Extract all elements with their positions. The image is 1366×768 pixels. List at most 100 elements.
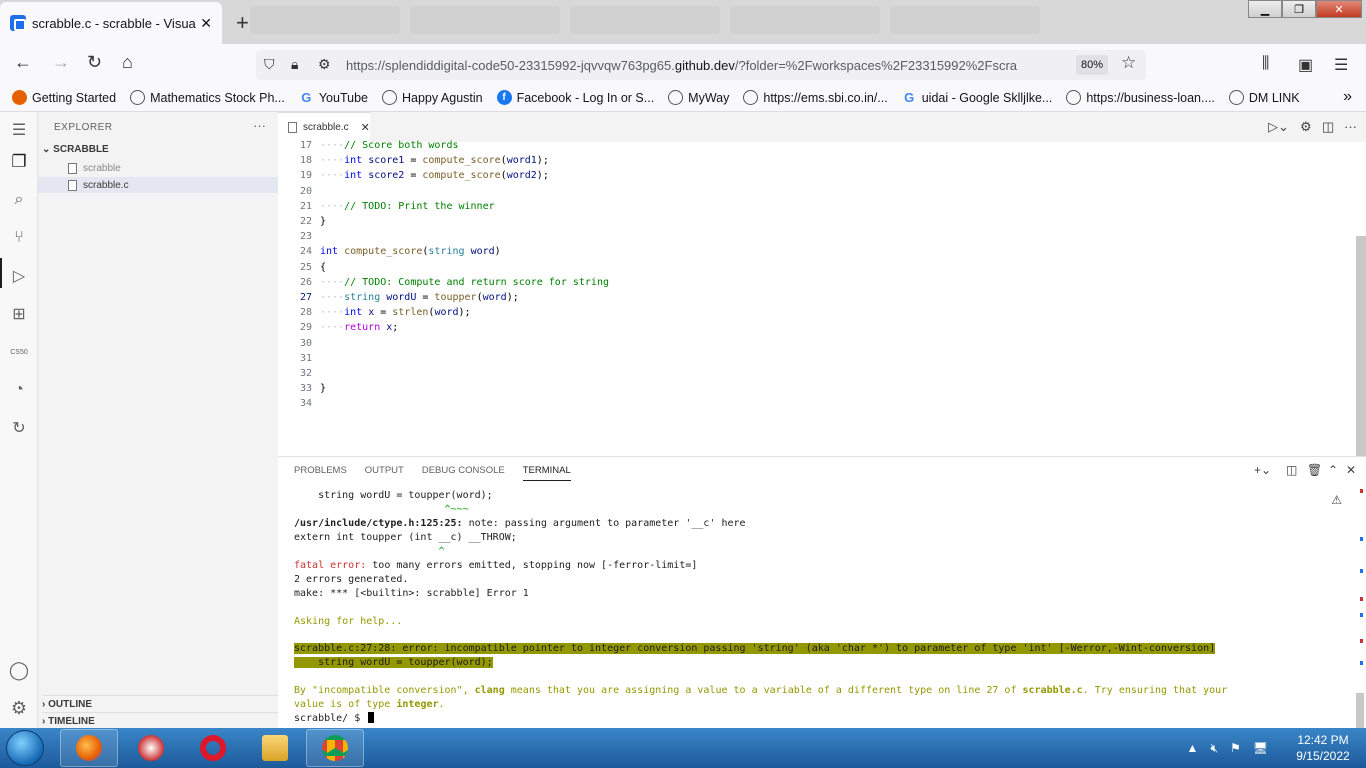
reload-button[interactable]: ↻	[87, 52, 102, 73]
code-line[interactable]: 18 ····int score1 = compute_score(word1);	[278, 153, 1338, 168]
minimize-button[interactable]: ▁	[1248, 0, 1282, 18]
remote-explorer-icon[interactable]: ↻	[9, 418, 29, 438]
bookmark-item[interactable]: DM LINK	[1228, 90, 1300, 105]
bookmark-item[interactable]: f Facebook - Log In or S...	[496, 90, 654, 105]
bookmarks-overflow-icon[interactable]: »	[1343, 88, 1352, 106]
bookmark-star-icon[interactable]: ☆	[1121, 53, 1136, 73]
library-icon[interactable]: ⫼	[1262, 55, 1269, 73]
taskbar-chrome[interactable]	[306, 729, 364, 767]
bookmark-item[interactable]: MyWay	[668, 90, 729, 105]
explorer-icon[interactable]: ❐	[9, 152, 29, 172]
code-line[interactable]: 24 int compute_score(string word)	[278, 244, 1338, 259]
account-icon[interactable]: ◯	[9, 660, 29, 680]
code-line[interactable]: 25 {	[278, 260, 1338, 275]
code-line[interactable]: 32	[278, 366, 1338, 381]
settings-gear-icon[interactable]: ⚙	[1300, 119, 1312, 135]
folder-scrabble[interactable]: ⌄ SCRABBLE	[42, 144, 109, 155]
terminal-output[interactable]: string wordU = toupper(word); ^~~~ /usr/i…	[294, 489, 1344, 729]
settings-gear-icon[interactable]: ⚙	[9, 698, 29, 718]
run-debug-icon[interactable]: ▷	[9, 266, 29, 286]
background-tab[interactable]	[410, 6, 560, 34]
taskbar-firefox[interactable]	[60, 729, 118, 767]
code-editor[interactable]: 17 ····// Score both words 18 ····int score…	[278, 140, 1356, 456]
bookmark-item[interactable]: Getting Started	[12, 90, 116, 105]
code-line[interactable]: 27 ····string wordU = toupper(word);	[278, 290, 1338, 305]
close-panel-icon[interactable]: ✕	[1346, 463, 1356, 477]
url-bar[interactable]: https://splendiddigital-code50-23315992-…	[256, 50, 1146, 80]
background-tab[interactable]	[250, 6, 400, 34]
sidebar-toggle-icon[interactable]: ▣	[1298, 55, 1313, 75]
more-actions-icon[interactable]: ···	[253, 118, 266, 133]
back-button[interactable]: ←	[14, 52, 32, 73]
bookmark-item[interactable]: https://business-loan....	[1066, 90, 1215, 105]
bookmark-item[interactable]: Mathematics Stock Ph...	[130, 90, 285, 105]
cs50-label[interactable]: CS50	[9, 342, 29, 362]
more-actions-icon[interactable]: ···	[1344, 119, 1357, 134]
menu-icon[interactable]: ☰	[1334, 55, 1348, 75]
code-line[interactable]: 22}	[278, 214, 1338, 229]
browser-tab-active[interactable]: scrabble.c - scrabble - Visual St ✕	[0, 2, 222, 44]
maximize-panel-icon[interactable]: ⌃	[1328, 463, 1338, 477]
tray-overflow-icon[interactable]: ▲	[1187, 741, 1199, 755]
forward-button[interactable]: →	[52, 52, 70, 73]
trash-icon[interactable]: 🗑︎	[1307, 463, 1322, 477]
background-tab[interactable]	[570, 6, 720, 34]
tab-debug-console[interactable]: DEBUG CONSOLE	[422, 465, 505, 481]
tab-terminal[interactable]: TERMINAL	[522, 465, 571, 481]
source-control-icon[interactable]: ⑂	[9, 228, 29, 248]
code-line[interactable]: 20	[278, 184, 1338, 199]
bookmark-item[interactable]: Happy Agustin	[381, 90, 483, 105]
outline-section[interactable]: › OUTLINE	[42, 695, 278, 710]
home-button[interactable]: ⌂	[122, 52, 133, 73]
lock-icon[interactable]: 🔒︎	[291, 56, 298, 73]
timeline-section[interactable]: › TIMELINE	[42, 712, 278, 727]
background-tab[interactable]	[890, 6, 1040, 34]
code-line[interactable]: 17 ····// Score both words	[278, 138, 1338, 153]
editor-scrollbar[interactable]	[1356, 236, 1366, 456]
code-line[interactable]: 23	[278, 229, 1338, 244]
close-tab-icon[interactable]: ✕	[361, 121, 370, 134]
code-line[interactable]: 21 ····// TODO: Print the winner	[278, 199, 1338, 214]
code-line[interactable]: 30	[278, 336, 1338, 351]
speaker-muted-icon[interactable]: 🔇︎	[1210, 741, 1218, 756]
tab-problems[interactable]: PROBLEMS	[294, 465, 347, 481]
new-tab-button[interactable]: +	[236, 10, 249, 36]
new-terminal-icon[interactable]: +⌄	[1254, 463, 1271, 477]
code-token: score1	[368, 155, 405, 167]
file-scrabble[interactable]: scrabble	[38, 160, 278, 176]
background-tab[interactable]	[730, 6, 880, 34]
maximize-button[interactable]: ❐	[1282, 0, 1316, 18]
duck-icon[interactable]: ◔	[9, 380, 29, 400]
permissions-icon[interactable]: ⚙	[318, 56, 331, 73]
code-line[interactable]: 34	[278, 396, 1338, 411]
taskbar-explorer[interactable]	[246, 729, 304, 767]
start-button[interactable]	[6, 730, 44, 766]
bookmark-item[interactable]: Guidai - Google Sklljlke...	[902, 90, 1052, 105]
zoom-level[interactable]: 80%	[1076, 55, 1108, 75]
split-editor-icon[interactable]: ◫	[1322, 119, 1334, 135]
extensions-icon[interactable]: ⊞	[9, 304, 29, 324]
taskbar-opera[interactable]	[184, 729, 242, 767]
code-line[interactable]: 28 ····int x = strlen(word);	[278, 305, 1338, 320]
bookmark-item[interactable]: https://ems.sbi.co.in/...	[743, 90, 888, 105]
tab-close-icon[interactable]: ✕	[200, 15, 212, 32]
code-line[interactable]: 29 ····return x;	[278, 320, 1338, 335]
run-icon[interactable]: ▷⌄	[1268, 119, 1289, 135]
action-center-icon[interactable]: ⚑	[1230, 741, 1241, 755]
search-icon[interactable]: ⌕	[9, 190, 29, 210]
code-line[interactable]: 26 ····// TODO: Compute and return score …	[278, 275, 1338, 290]
terminal-scrollbar[interactable]	[1356, 693, 1364, 729]
network-icon[interactable]: 🖥︎	[1253, 741, 1268, 755]
code-line[interactable]: 19 ····int score2 = compute_score(word2);	[278, 168, 1338, 183]
shield-icon[interactable]: ⛉	[264, 56, 275, 73]
tab-output[interactable]: OUTPUT	[365, 465, 404, 481]
file-scrabble-c[interactable]: scrabble.c	[38, 177, 278, 193]
code-line[interactable]: 31	[278, 351, 1338, 366]
taskbar-app[interactable]	[122, 729, 180, 767]
bookmark-item[interactable]: G YouTube	[299, 90, 368, 105]
close-window-button[interactable]: ✕	[1316, 0, 1362, 18]
code-line[interactable]: 33}	[278, 381, 1338, 396]
hamburger-menu-icon[interactable]: ☰	[9, 120, 29, 140]
split-terminal-icon[interactable]: ◫	[1286, 463, 1297, 477]
clock[interactable]: 12:42 PM 9/15/2022	[1280, 732, 1366, 764]
